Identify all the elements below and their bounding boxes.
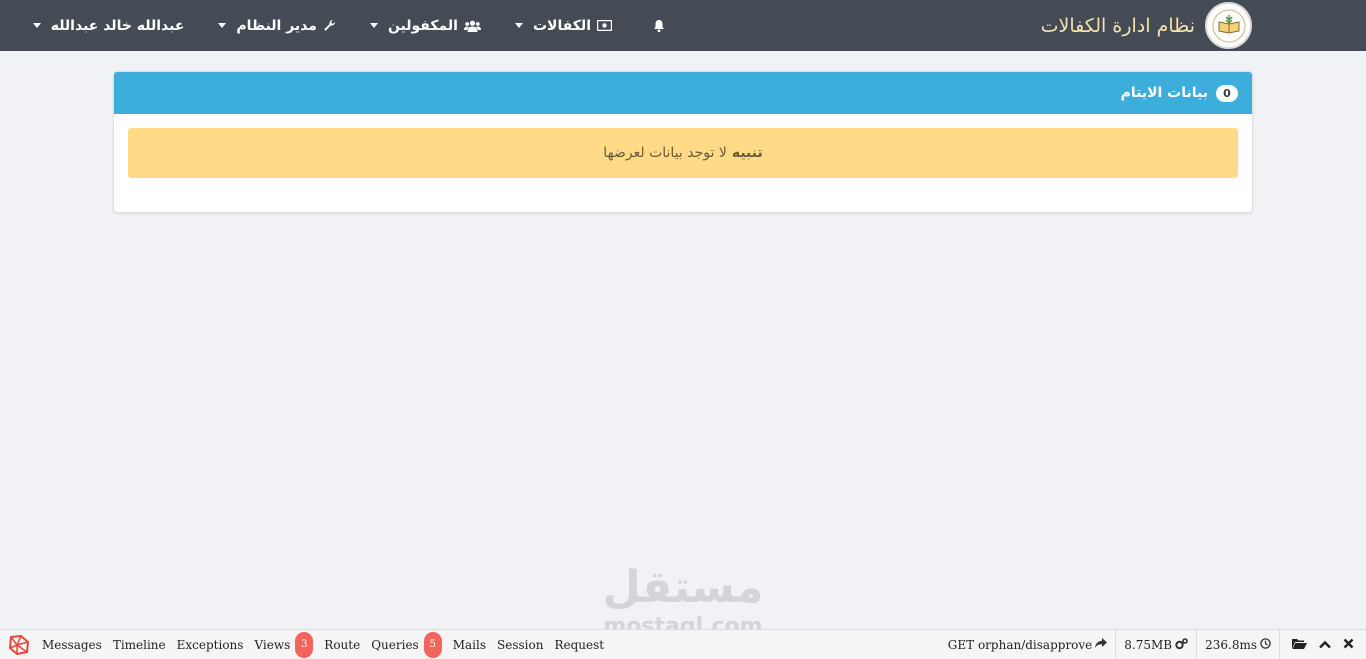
- memory-stat[interactable]: 8.75MB: [1115, 630, 1196, 659]
- nav-system-admin-label: مدير النظام: [236, 17, 317, 34]
- alert-strong: تنبيه: [731, 145, 763, 161]
- tab-label: Timeline: [112, 637, 166, 652]
- wrench-icon: [323, 19, 336, 32]
- tab-label: Messages: [42, 637, 102, 652]
- chevron-down-icon: [32, 23, 41, 28]
- share-icon: [1095, 638, 1108, 652]
- nav-sponsored-label: المكفولين: [387, 17, 458, 34]
- tab-timeline[interactable]: Timeline: [113, 638, 166, 652]
- chevron-down-icon: [218, 23, 227, 28]
- views-count-badge: 3: [295, 631, 314, 658]
- tab-views[interactable]: Views 3: [254, 631, 314, 658]
- brand[interactable]: نظام ادارة الكفالات: [1041, 2, 1252, 49]
- card-header: 0 بيانات الايتام: [114, 72, 1252, 114]
- nav-sponsorships-label: الكفالات: [532, 17, 591, 34]
- users-icon: [463, 20, 481, 32]
- tab-session[interactable]: Session: [497, 638, 543, 652]
- orphans-card: 0 بيانات الايتام تنبيه لا توجد بيانات لع…: [113, 71, 1253, 213]
- close-icon[interactable]: [1343, 638, 1354, 652]
- tab-label: Views: [254, 637, 291, 652]
- time-text: 236.8ms: [1205, 638, 1257, 652]
- bell-icon[interactable]: [652, 19, 666, 33]
- money-icon: [597, 20, 612, 31]
- tab-mails[interactable]: Mails: [453, 638, 486, 652]
- debugbar-stats: GET orphan/disapprove 8.75MB 236.8ms: [940, 630, 1366, 659]
- route-stat[interactable]: GET orphan/disapprove: [940, 630, 1116, 659]
- watermark: مستقل mostaql.com: [598, 560, 768, 638]
- debugbar-logo-icon[interactable]: [0, 630, 38, 659]
- tab-messages[interactable]: Messages: [42, 638, 102, 652]
- app-title: نظام ادارة الكفالات: [1040, 14, 1195, 37]
- tab-label: Mails: [452, 637, 486, 652]
- clock-icon: [1260, 638, 1271, 652]
- main-nav: الكفالات المكفولين مدير النظام عبدالله خ…: [32, 0, 666, 51]
- memory-text: 8.75MB: [1124, 638, 1173, 652]
- nav-sponsored[interactable]: المكفولين: [369, 17, 481, 34]
- card-title: بيانات الايتام: [1120, 85, 1208, 101]
- tab-label: Session: [497, 637, 544, 652]
- route-text: GET orphan/disapprove: [947, 638, 1093, 652]
- debugbar: Messages Timeline Exceptions Views 3 Rou…: [0, 629, 1366, 659]
- nav-user-menu[interactable]: عبدالله خالد عبدالله: [32, 17, 185, 34]
- tab-route[interactable]: Route: [324, 638, 360, 652]
- tab-exceptions[interactable]: Exceptions: [177, 638, 244, 652]
- count-badge: 0: [1216, 84, 1238, 102]
- debugbar-tabs: Messages Timeline Exceptions Views 3 Rou…: [38, 631, 604, 658]
- chevron-down-icon: [369, 23, 378, 28]
- queries-count-badge: 5: [423, 631, 442, 658]
- time-stat[interactable]: 236.8ms: [1196, 630, 1279, 659]
- folder-open-icon[interactable]: [1292, 638, 1307, 653]
- tab-queries[interactable]: Queries 5: [371, 631, 442, 658]
- debugbar-controls: [1279, 630, 1366, 659]
- app-logo: [1205, 2, 1252, 49]
- nav-system-admin[interactable]: مدير النظام: [218, 18, 336, 34]
- watermark-arabic: مستقل: [602, 562, 764, 613]
- alert-text: لا توجد بيانات لعرضها: [603, 145, 727, 161]
- nav-sponsorships[interactable]: الكفالات: [514, 17, 612, 34]
- chevron-down-icon: [514, 23, 523, 28]
- tab-request[interactable]: Request: [554, 638, 604, 652]
- warning-alert: تنبيه لا توجد بيانات لعرضها: [128, 128, 1238, 178]
- tab-label: Queries: [371, 637, 419, 652]
- top-navbar: نظام ادارة الكفالات الكفالات المكفولين م…: [0, 0, 1366, 51]
- chevron-up-icon[interactable]: [1319, 638, 1331, 652]
- tab-label: Route: [324, 637, 361, 652]
- tab-label: Exceptions: [176, 637, 244, 652]
- user-name: عبدالله خالد عبدالله: [50, 17, 185, 34]
- cogs-icon: [1175, 637, 1188, 653]
- tab-label: Request: [554, 637, 605, 652]
